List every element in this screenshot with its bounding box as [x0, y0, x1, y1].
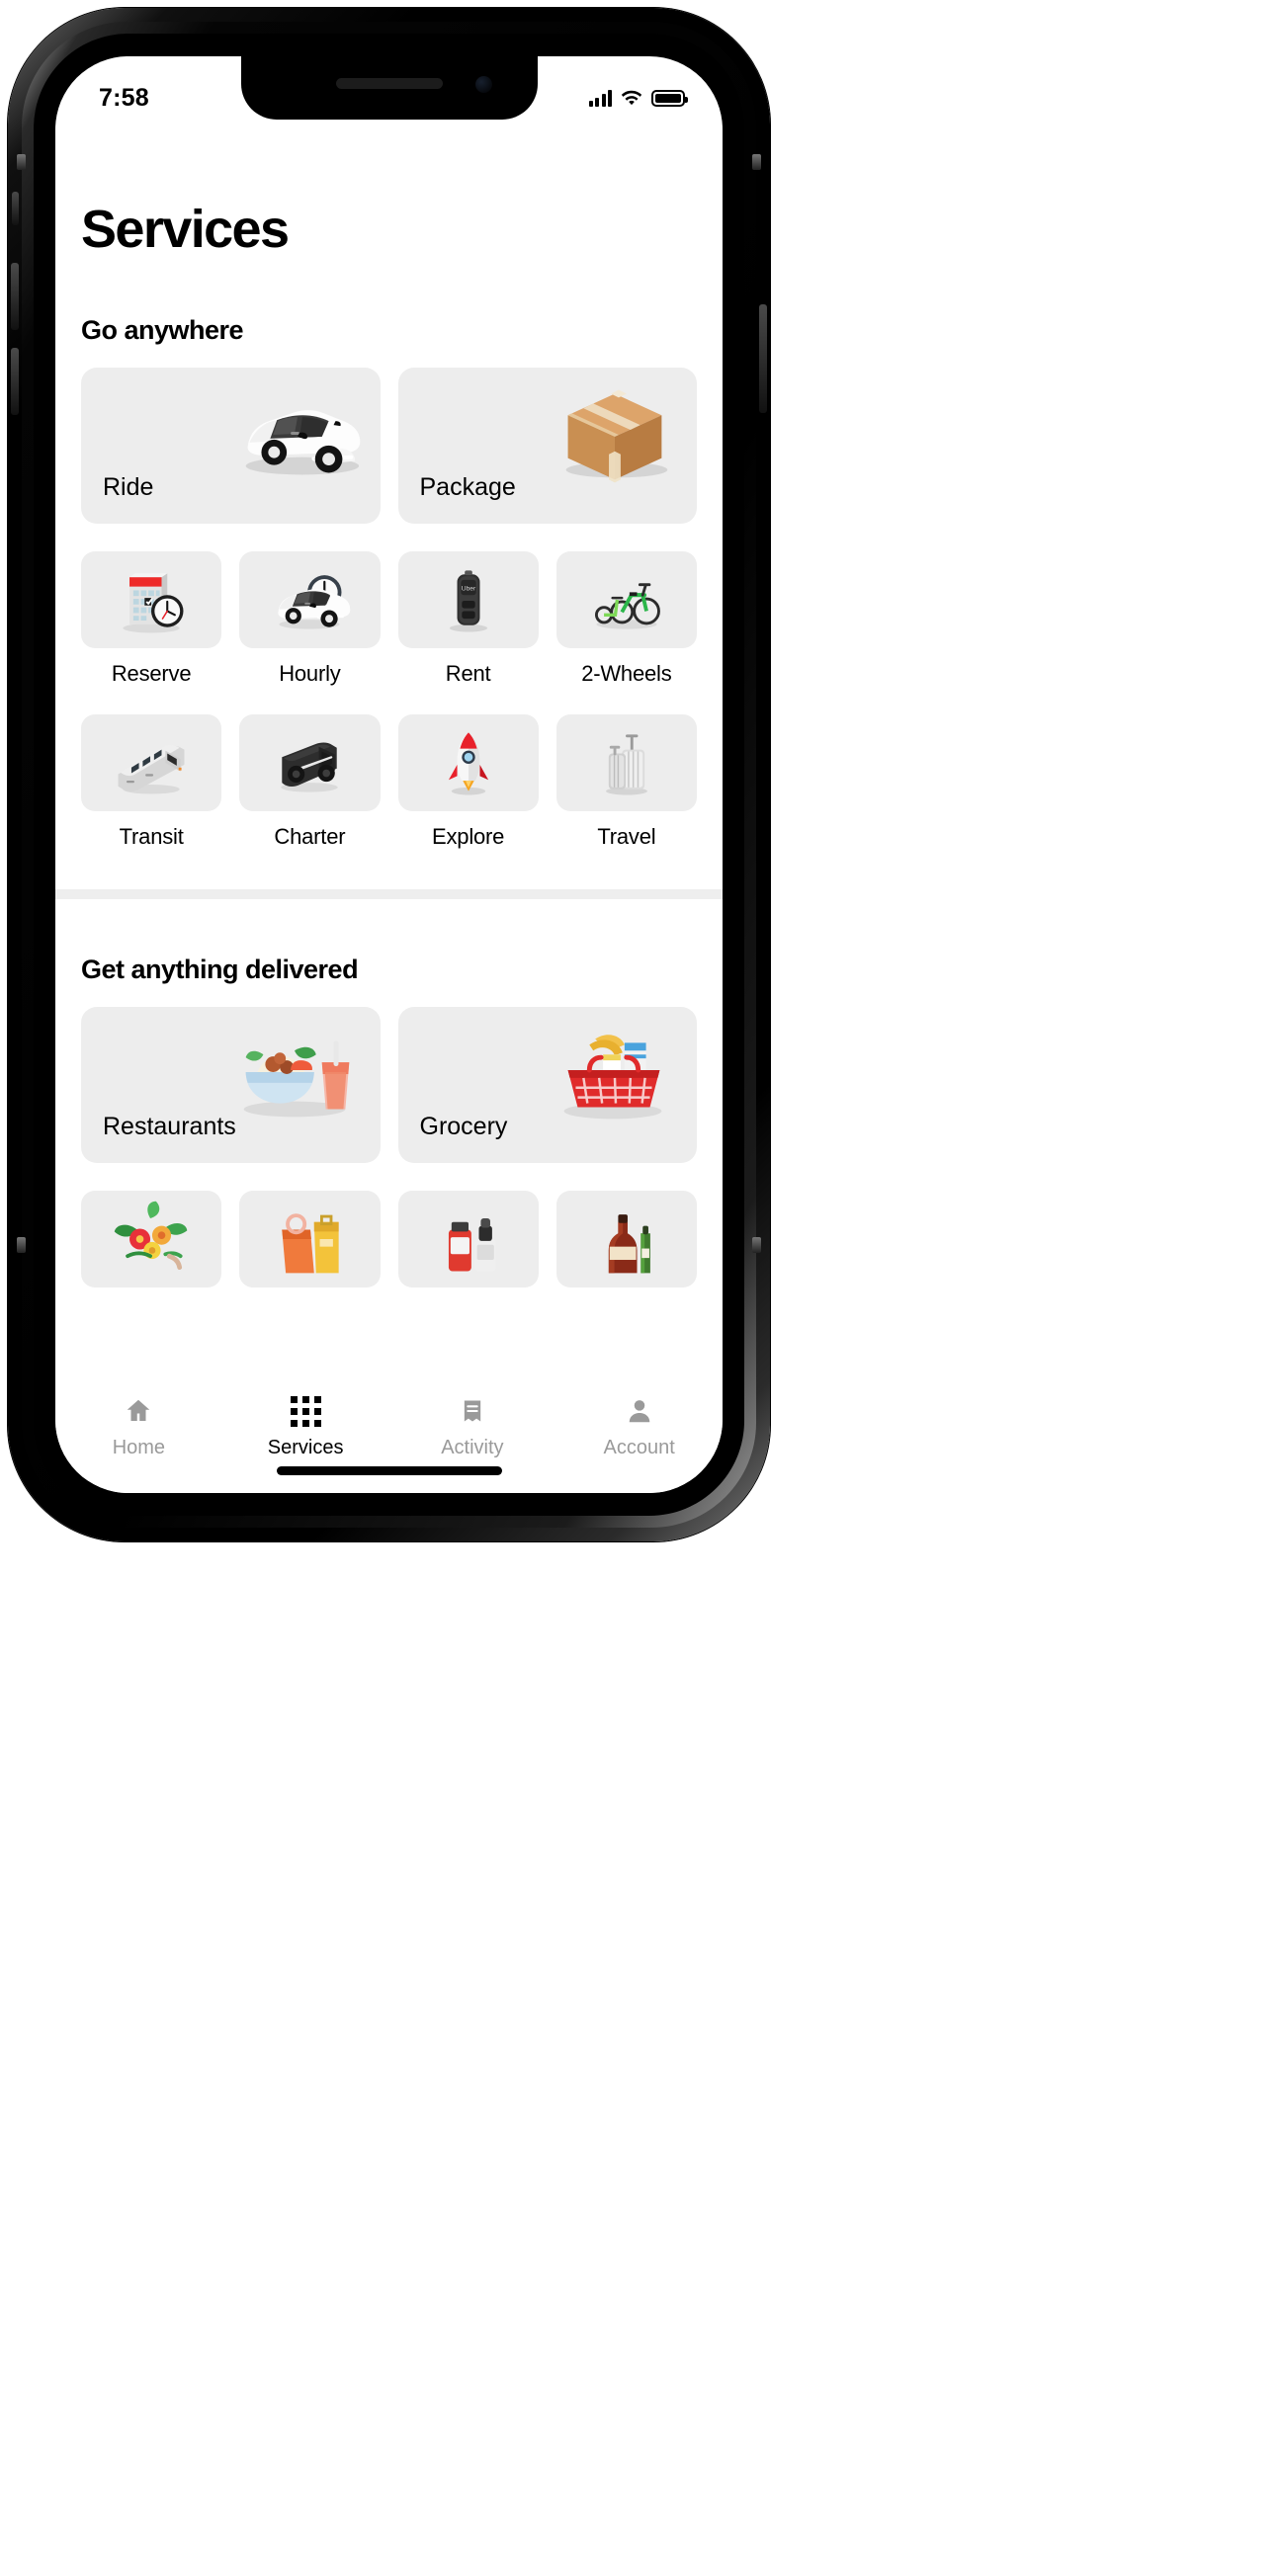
- service-tile-rent[interactable]: Uber Rent: [397, 551, 539, 687]
- service-card-label: Grocery: [419, 1113, 508, 1140]
- flowers-icon: [81, 1191, 222, 1288]
- wide-card-row-delivered: Restaurants Grocery: [81, 1007, 697, 1163]
- service-tile-flowers[interactable]: [81, 1191, 222, 1300]
- service-tile-label: Charter: [274, 824, 346, 849]
- service-tile-label: Transit: [119, 824, 184, 849]
- section-go-anywhere: Go anywhere Ride Package Reserve Hourly …: [55, 315, 723, 850]
- tab-activity[interactable]: Activity: [389, 1394, 556, 1459]
- car-clock-icon: [239, 551, 381, 648]
- service-tile-2-wheels[interactable]: 2-Wheels: [555, 551, 697, 687]
- service-tile-transit[interactable]: Transit: [81, 714, 222, 850]
- grid-icon: [289, 1394, 322, 1428]
- tile-row-delivered-partial: [81, 1191, 697, 1300]
- tram-icon: [81, 714, 222, 811]
- power-button[interactable]: [759, 304, 767, 413]
- tab-label: Activity: [441, 1437, 504, 1458]
- tile-row-1: Reserve Hourly Uber Rent 2-Wheels: [81, 551, 697, 687]
- display-notch: [240, 56, 538, 120]
- section-heading-delivered: Get anything delivered: [81, 955, 359, 984]
- wifi-icon: [621, 90, 642, 107]
- service-card-ride[interactable]: Ride: [81, 368, 381, 524]
- rocket-icon: [397, 714, 539, 811]
- section-heading-go-anywhere: Go anywhere: [81, 315, 244, 345]
- front-camera-icon: [474, 76, 492, 93]
- home-indicator[interactable]: [276, 1466, 502, 1475]
- tab-label: Services: [267, 1437, 344, 1458]
- screenshot-root: 7:58 Services Go anywhere Ride Package R…: [0, 0, 1280, 2576]
- svg-text:Uber: Uber: [461, 585, 475, 592]
- service-tile-label: Travel: [597, 824, 656, 849]
- service-card-label: Ride: [103, 473, 154, 501]
- phone-frame: 7:58 Services Go anywhere Ride Package R…: [8, 8, 770, 1541]
- page-title: Services: [81, 200, 290, 259]
- services-page: Services Go anywhere Ride Package Reserv…: [55, 56, 723, 1493]
- tab-account[interactable]: Account: [555, 1394, 723, 1459]
- tab-label: Account: [603, 1437, 675, 1458]
- section-divider: [55, 889, 723, 899]
- alcohol-bottle-icon: [555, 1191, 697, 1288]
- home-icon: [122, 1394, 155, 1428]
- section-get-anything-delivered: Get anything delivered Restaurants Groce…: [55, 955, 723, 1382]
- service-tile-alcohol[interactable]: [555, 1191, 697, 1300]
- volume-up-button[interactable]: [11, 263, 19, 330]
- cellular-signal-icon: [588, 89, 612, 107]
- cardboard-box-icon: [535, 372, 691, 490]
- charter-van-icon: [239, 714, 381, 811]
- white-car-icon: [218, 372, 375, 490]
- service-tile-pharmacy[interactable]: [397, 1191, 539, 1300]
- phone-screen: 7:58 Services Go anywhere Ride Package R…: [55, 56, 723, 1493]
- service-tile-reserve[interactable]: Reserve: [81, 551, 222, 687]
- scroll-area[interactable]: Services Go anywhere Ride Package Reserv…: [55, 122, 723, 1382]
- food-bowl-drink-icon: [218, 1011, 375, 1129]
- service-tile-explore[interactable]: Explore: [397, 714, 539, 850]
- service-tile-charter[interactable]: Charter: [239, 714, 381, 850]
- service-tile-label: Hourly: [279, 661, 341, 686]
- antenna-band-right-top: [752, 154, 761, 170]
- service-tile-label: Rent: [445, 661, 491, 686]
- antenna-band-right-bottom: [752, 1237, 761, 1253]
- service-card-label: Restaurants: [103, 1113, 236, 1140]
- bike-scooter-icon: [555, 551, 697, 648]
- tab-label: Home: [112, 1437, 166, 1458]
- service-card-restaurants[interactable]: Restaurants: [81, 1007, 381, 1163]
- receipt-icon: [456, 1394, 489, 1428]
- wide-card-row-go-anywhere: Ride Package: [81, 368, 697, 524]
- bottom-tab-bar: Home Services Activity Account: [55, 1382, 723, 1493]
- service-tile-retail[interactable]: [239, 1191, 381, 1300]
- service-tile-label: Reserve: [111, 661, 192, 686]
- earpiece-speaker-icon: [335, 78, 443, 89]
- person-icon: [623, 1394, 656, 1428]
- car-key-fob-icon: Uber: [397, 551, 539, 648]
- tile-row-2: Transit Charter Explore Travel: [81, 714, 697, 850]
- tab-home[interactable]: Home: [55, 1394, 222, 1459]
- grocery-basket-icon: [535, 1011, 691, 1129]
- calendar-clock-icon: [81, 551, 222, 648]
- service-tile-travel[interactable]: Travel: [555, 714, 697, 850]
- service-card-label: Package: [419, 473, 516, 501]
- status-time: 7:58: [99, 83, 149, 112]
- service-tile-hourly[interactable]: Hourly: [239, 551, 381, 687]
- antenna-band-left-bottom: [17, 1237, 26, 1253]
- suitcase-icon: [555, 714, 697, 811]
- service-tile-label: Explore: [432, 824, 505, 849]
- status-indicators: [588, 89, 688, 107]
- service-card-package[interactable]: Package: [397, 368, 697, 524]
- mute-switch-button[interactable]: [12, 192, 19, 225]
- pharmacy-icon: [397, 1191, 539, 1288]
- service-tile-label: 2-Wheels: [581, 661, 672, 686]
- service-card-grocery[interactable]: Grocery: [397, 1007, 697, 1163]
- battery-full-icon: [651, 89, 688, 107]
- retail-bag-icon: [239, 1191, 381, 1288]
- tab-services[interactable]: Services: [222, 1394, 389, 1459]
- volume-down-button[interactable]: [11, 348, 19, 415]
- antenna-band-left-top: [17, 154, 26, 170]
